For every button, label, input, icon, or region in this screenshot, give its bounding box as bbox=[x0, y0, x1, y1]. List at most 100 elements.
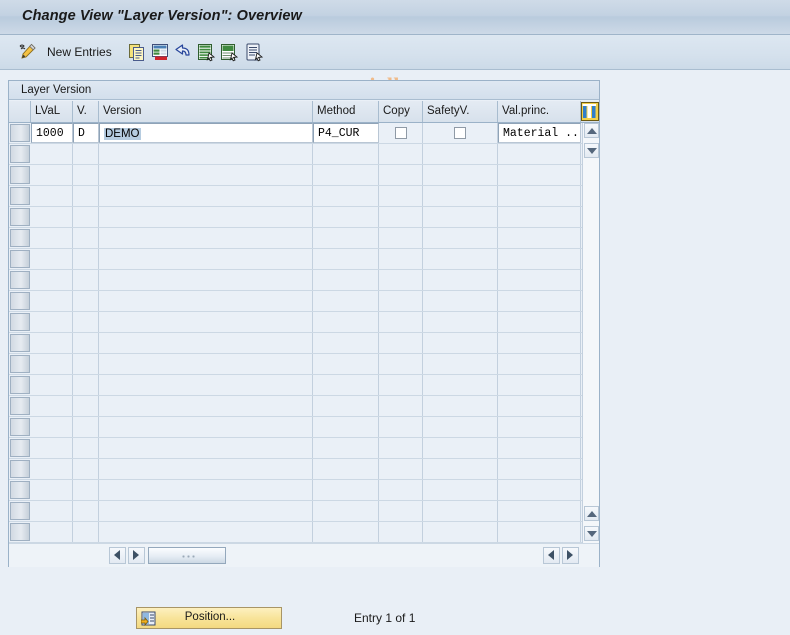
cell-empty[interactable] bbox=[99, 417, 313, 437]
cell-empty[interactable] bbox=[498, 522, 581, 542]
column-header-version[interactable]: Version bbox=[99, 101, 313, 122]
row-selector[interactable] bbox=[10, 145, 30, 163]
table-row-empty[interactable] bbox=[9, 417, 599, 438]
delete-row-icon[interactable] bbox=[150, 42, 170, 62]
cell-empty[interactable] bbox=[423, 312, 498, 332]
cell-v[interactable]: D bbox=[73, 123, 99, 143]
row-selector[interactable] bbox=[10, 355, 30, 373]
cell-empty[interactable] bbox=[379, 186, 423, 206]
scroll-left-arrow-right-icon[interactable] bbox=[543, 547, 560, 564]
cell-empty[interactable] bbox=[99, 228, 313, 248]
table-row-empty[interactable] bbox=[9, 375, 599, 396]
cell-empty[interactable] bbox=[99, 522, 313, 542]
cell-empty[interactable] bbox=[498, 354, 581, 374]
cell-empty[interactable] bbox=[379, 375, 423, 395]
cell-empty[interactable] bbox=[313, 375, 379, 395]
cell-empty[interactable] bbox=[379, 312, 423, 332]
scroll-down-arrow-icon[interactable] bbox=[584, 143, 599, 158]
cell-empty[interactable] bbox=[313, 459, 379, 479]
cell-empty[interactable] bbox=[498, 186, 581, 206]
cell-empty[interactable] bbox=[99, 375, 313, 395]
row-selector[interactable] bbox=[10, 334, 30, 352]
safetyv-checkbox[interactable] bbox=[454, 127, 466, 139]
cell-empty[interactable] bbox=[73, 522, 99, 542]
table-row-empty[interactable] bbox=[9, 270, 599, 291]
cell-empty[interactable] bbox=[423, 396, 498, 416]
cell-empty[interactable] bbox=[313, 228, 379, 248]
cell-empty[interactable] bbox=[498, 459, 581, 479]
cell-empty[interactable] bbox=[498, 291, 581, 311]
cell-empty[interactable] bbox=[379, 228, 423, 248]
table-row-empty[interactable] bbox=[9, 501, 599, 522]
cell-empty[interactable] bbox=[73, 354, 99, 374]
cell-empty[interactable] bbox=[379, 501, 423, 521]
copy-icon[interactable] bbox=[127, 42, 147, 62]
cell-empty[interactable] bbox=[313, 186, 379, 206]
cell-empty[interactable] bbox=[423, 186, 498, 206]
cell-method[interactable]: P4_CUR bbox=[313, 123, 379, 143]
cell-empty[interactable] bbox=[423, 207, 498, 227]
cell-empty[interactable] bbox=[99, 396, 313, 416]
cell-empty[interactable] bbox=[31, 438, 73, 458]
row-selector[interactable] bbox=[10, 502, 30, 520]
cell-empty[interactable] bbox=[99, 186, 313, 206]
row-selector[interactable] bbox=[10, 271, 30, 289]
cell-empty[interactable] bbox=[73, 438, 99, 458]
table-row-empty[interactable] bbox=[9, 165, 599, 186]
cell-empty[interactable] bbox=[31, 249, 73, 269]
table-row[interactable]: 1000 D DEMO P4_CUR Material ... bbox=[9, 123, 599, 144]
cell-empty[interactable] bbox=[313, 165, 379, 185]
cell-empty[interactable] bbox=[423, 333, 498, 353]
cell-empty[interactable] bbox=[379, 480, 423, 500]
cell-empty[interactable] bbox=[423, 480, 498, 500]
cell-empty[interactable] bbox=[73, 249, 99, 269]
horizontal-scrollbar[interactable] bbox=[9, 543, 599, 567]
cell-empty[interactable] bbox=[31, 186, 73, 206]
cell-empty[interactable] bbox=[99, 165, 313, 185]
cell-empty[interactable] bbox=[73, 459, 99, 479]
cell-empty[interactable] bbox=[379, 333, 423, 353]
cell-empty[interactable] bbox=[379, 522, 423, 542]
cell-empty[interactable] bbox=[379, 438, 423, 458]
cell-empty[interactable] bbox=[423, 144, 498, 164]
row-selector[interactable] bbox=[10, 187, 30, 205]
copy-checkbox[interactable] bbox=[395, 127, 407, 139]
horizontal-scroll-thumb[interactable] bbox=[148, 547, 226, 564]
cell-empty[interactable] bbox=[379, 459, 423, 479]
cell-empty[interactable] bbox=[99, 270, 313, 290]
cell-empty[interactable] bbox=[73, 228, 99, 248]
cell-empty[interactable] bbox=[31, 165, 73, 185]
cell-empty[interactable] bbox=[99, 480, 313, 500]
row-selector[interactable] bbox=[10, 208, 30, 226]
table-row-empty[interactable] bbox=[9, 438, 599, 459]
table-row-empty[interactable] bbox=[9, 333, 599, 354]
cell-empty[interactable] bbox=[31, 417, 73, 437]
cell-empty[interactable] bbox=[99, 459, 313, 479]
cell-empty[interactable] bbox=[423, 522, 498, 542]
cell-empty[interactable] bbox=[73, 165, 99, 185]
cell-empty[interactable] bbox=[423, 165, 498, 185]
cell-empty[interactable] bbox=[31, 375, 73, 395]
cell-lval[interactable]: 1000 bbox=[31, 123, 73, 143]
table-row-empty[interactable] bbox=[9, 207, 599, 228]
cell-empty[interactable] bbox=[379, 270, 423, 290]
cell-empty[interactable] bbox=[313, 270, 379, 290]
cell-empty[interactable] bbox=[498, 375, 581, 395]
cell-empty[interactable] bbox=[99, 312, 313, 332]
select-all-icon[interactable] bbox=[196, 42, 216, 62]
cell-empty[interactable] bbox=[498, 480, 581, 500]
select-all-column-header[interactable] bbox=[9, 101, 31, 122]
table-row-empty[interactable] bbox=[9, 228, 599, 249]
row-selector[interactable] bbox=[10, 292, 30, 310]
table-row-empty[interactable] bbox=[9, 459, 599, 480]
cell-empty[interactable] bbox=[73, 270, 99, 290]
table-row-empty[interactable] bbox=[9, 249, 599, 270]
cell-empty[interactable] bbox=[99, 354, 313, 374]
cell-valprinc[interactable]: Material ... bbox=[498, 123, 581, 143]
undo-icon[interactable] bbox=[173, 42, 193, 62]
cell-empty[interactable] bbox=[313, 144, 379, 164]
cell-empty[interactable] bbox=[73, 480, 99, 500]
cell-empty[interactable] bbox=[423, 228, 498, 248]
cell-empty[interactable] bbox=[31, 312, 73, 332]
cell-empty[interactable] bbox=[498, 207, 581, 227]
